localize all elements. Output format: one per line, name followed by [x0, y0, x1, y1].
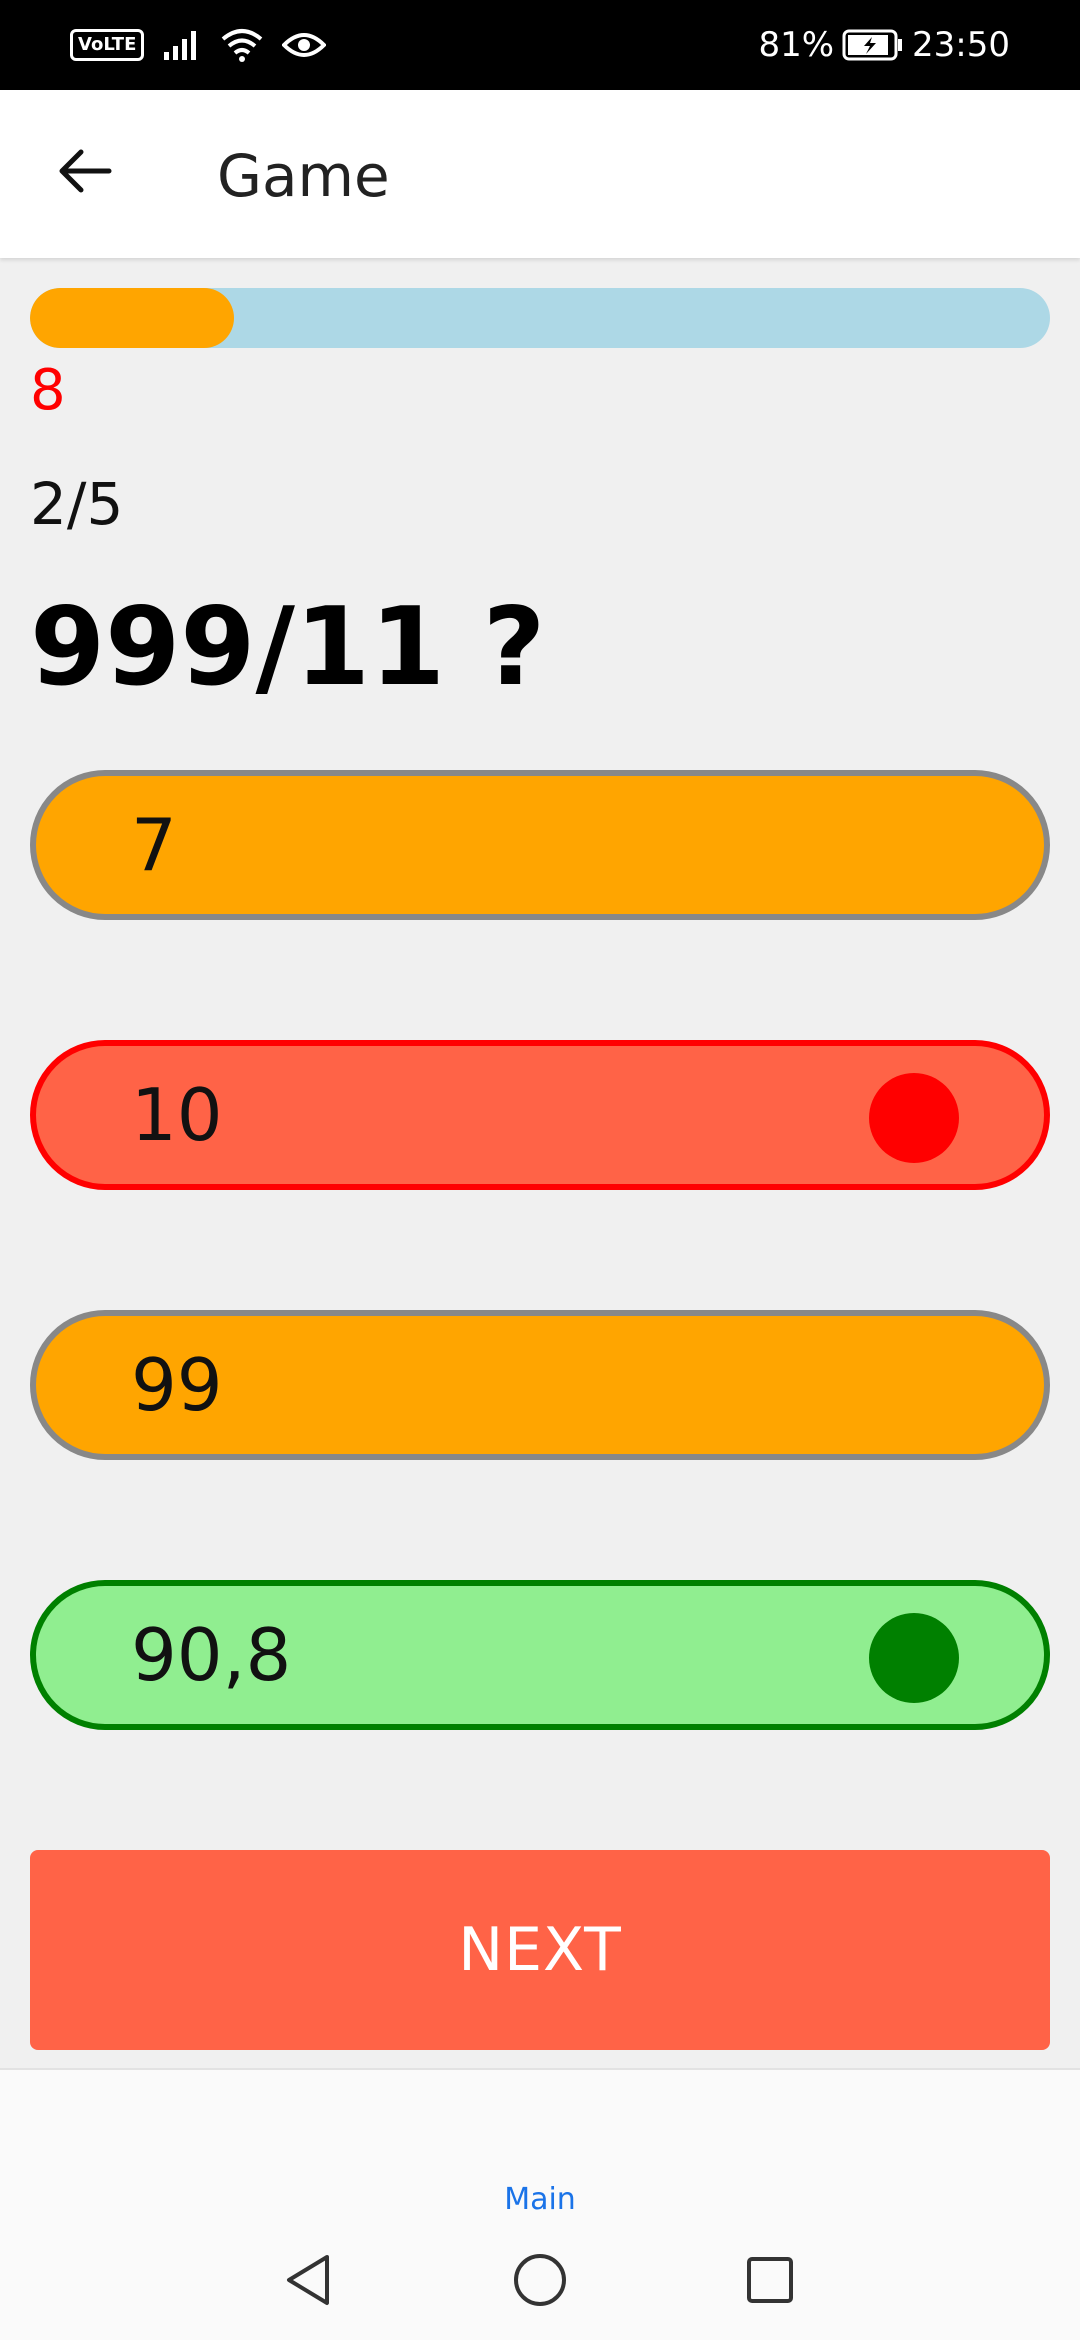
battery-icon [842, 29, 903, 61]
wrong-indicator-icon [869, 1073, 959, 1163]
question-text: 999/11 ? [30, 585, 546, 710]
status-icons-right: 81% 23:50 [758, 25, 1010, 65]
square-recents-icon [747, 2257, 793, 2303]
clock: 23:50 [912, 25, 1010, 65]
progress-fill [30, 288, 234, 348]
tab-main[interactable]: Main [0, 2182, 1080, 2217]
answer-option[interactable]: 90,8 [30, 1580, 1050, 1730]
answer-option[interactable]: 10 [30, 1040, 1050, 1190]
answer-label: 90,8 [131, 1613, 292, 1697]
volte-badge: VoLTE [70, 29, 145, 61]
circle-home-icon [514, 2254, 566, 2306]
wifi-icon [222, 29, 263, 62]
answer-label: 7 [131, 803, 177, 887]
question-counter: 2/5 [30, 470, 124, 538]
page-title: Game [217, 142, 390, 210]
signal-icon [164, 31, 197, 60]
status-icons-left: VoLTE [70, 27, 327, 63]
answer-label: 99 [131, 1343, 223, 1427]
back-button[interactable] [50, 136, 120, 206]
battery-percent: 81% [758, 25, 835, 65]
answer-option[interactable]: 99 [30, 1310, 1050, 1460]
status-bar: VoLTE 81% 23:50 [0, 0, 1080, 90]
next-button[interactable]: NEXT [30, 1850, 1050, 2050]
arrow-back-icon [59, 149, 112, 193]
app-bar: Game [0, 90, 1080, 258]
triangle-back-icon [287, 2255, 329, 2305]
bottom-navigation: Main [0, 2068, 1080, 2340]
nav-recents-button[interactable] [735, 2245, 805, 2315]
progress-bar [30, 288, 1050, 348]
correct-indicator-icon [869, 1613, 959, 1703]
score-value: 8 [30, 358, 66, 423]
nav-home-button[interactable] [505, 2245, 575, 2315]
answer-label: 10 [131, 1073, 223, 1157]
nav-back-button[interactable] [273, 2245, 343, 2315]
eye-icon [282, 33, 327, 57]
system-navigation-bar [0, 2245, 1080, 2335]
answer-option[interactable]: 7 [30, 770, 1050, 920]
